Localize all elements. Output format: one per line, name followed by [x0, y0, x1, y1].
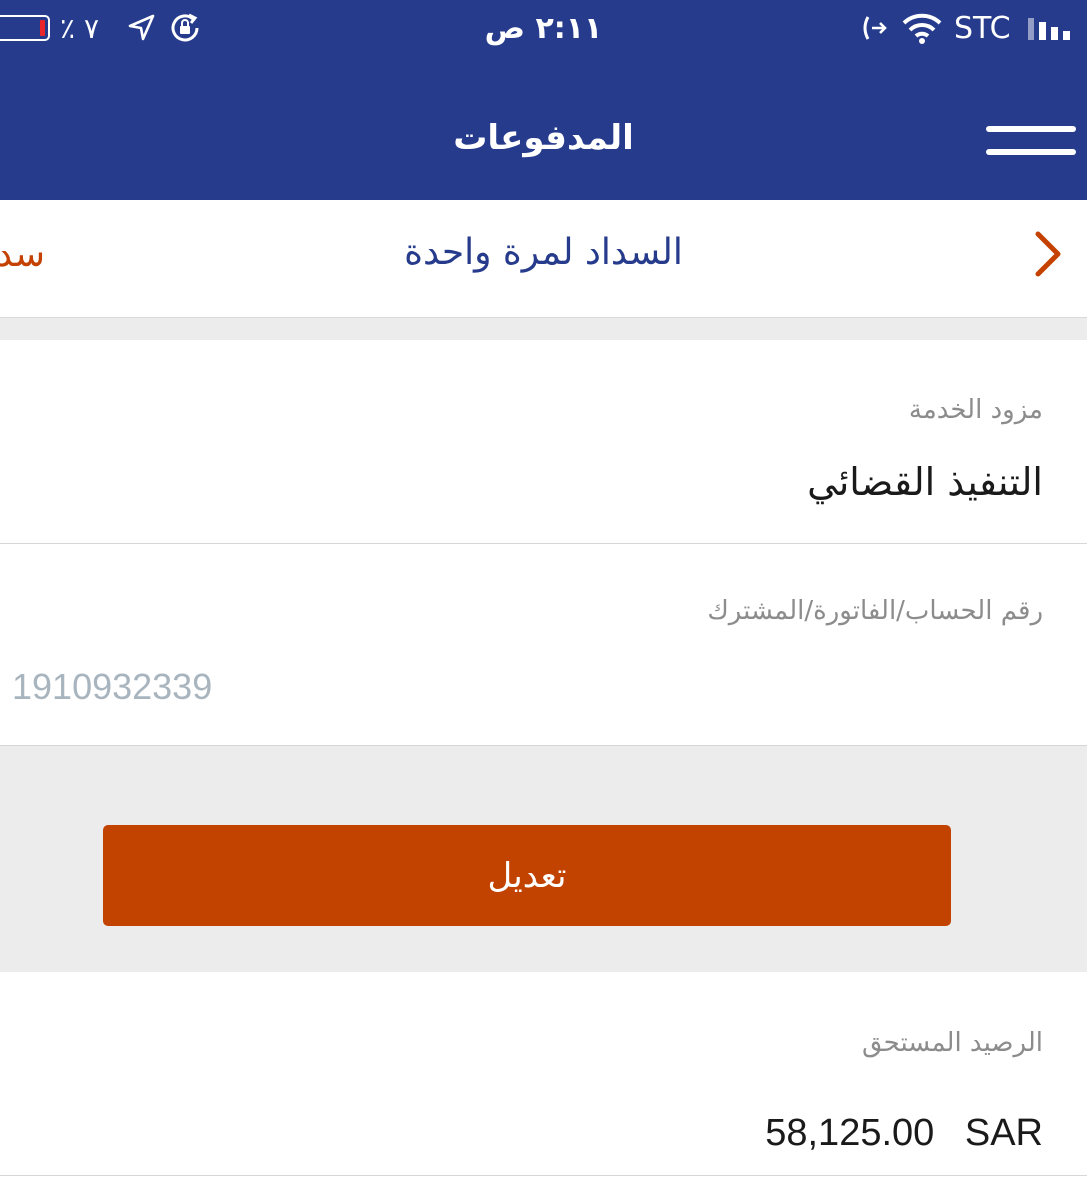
account-number-input[interactable]: [12, 662, 512, 712]
account-number-label: رقم الحساب/الفاتورة/المشترك: [707, 596, 1043, 626]
call-forward-icon: [860, 8, 888, 48]
app-header: ٪ ٧ ٢:١١ ص STC المدفوعات: [0, 0, 1087, 200]
service-provider-label: مزود الخدمة: [908, 395, 1043, 425]
edit-button[interactable]: تعديل: [103, 825, 951, 926]
wifi-icon: [902, 8, 942, 48]
service-provider-section: مزود الخدمة التنفيذ القضائي: [0, 340, 1087, 544]
service-provider-value: التنفيذ القضائي: [807, 460, 1043, 504]
balance-due-label: الرصيد المستحق: [861, 1028, 1043, 1058]
page-title: المدفوعات: [453, 118, 634, 158]
balance-due-value: 58,125.00 SAR: [765, 1112, 1043, 1155]
account-number-section: رقم الحساب/الفاتورة/المشترك: [0, 544, 1087, 746]
balance-due-section: الرصيد المستحق 58,125.00 SAR: [0, 972, 1087, 1176]
tab-one-time-payment[interactable]: السداد لمرة واحدة: [0, 232, 1087, 273]
balance-currency: SAR: [964, 1112, 1043, 1154]
status-bar: ٪ ٧ ٢:١١ ص STC: [0, 0, 1087, 56]
carrier-name: STC: [954, 10, 1011, 46]
balance-amount: 58,125.00: [765, 1112, 935, 1154]
chevron-right-icon[interactable]: [1030, 228, 1066, 280]
section-divider: [0, 318, 1087, 340]
signal-icon: [1026, 8, 1074, 48]
